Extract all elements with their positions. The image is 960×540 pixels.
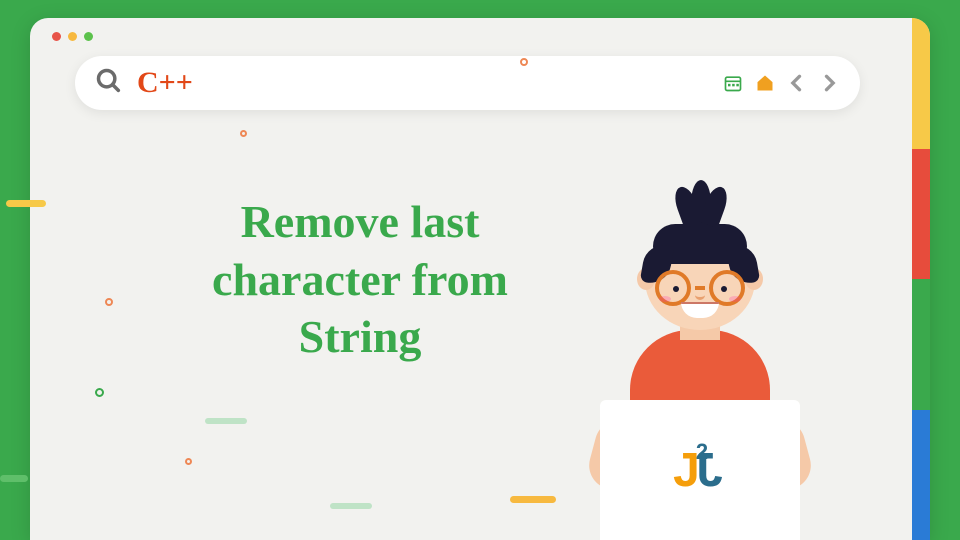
decoration-dash-icon [510,496,556,503]
laptop: J 2 J [600,400,800,540]
title-line-2: character from [90,251,630,309]
character-hair-bun [677,178,725,228]
close-icon[interactable] [52,32,61,41]
decoration-circle-icon [185,458,192,465]
search-bar[interactable]: C++ [75,56,860,110]
character-cheek [729,296,741,302]
stripe-green [912,279,930,410]
minimize-icon[interactable] [68,32,77,41]
decoration-dash-icon [205,418,247,424]
title-line-1: Remove last [90,193,630,251]
search-bar-actions [722,72,840,94]
character-illustration: J 2 J [570,200,810,540]
chevron-left-icon[interactable] [786,72,808,94]
decoration-circle-icon [240,130,247,137]
chevron-right-icon[interactable] [818,72,840,94]
search-icon [95,67,123,100]
decoration-circle-icon [105,298,113,306]
stripe-yellow [912,18,930,149]
page-title: Remove last character from String [90,193,630,366]
decoration-dash-icon [6,200,46,207]
logo-part: J [700,443,723,498]
search-input[interactable]: C++ [137,66,722,100]
browser-window: C++ Remove last character from String [30,18,930,540]
stripe-blue [912,410,930,540]
character-cheek [659,296,671,302]
decoration-circle-icon [520,58,528,66]
title-line-3: String [90,308,630,366]
maximize-icon[interactable] [84,32,93,41]
home-icon[interactable] [754,72,776,94]
decoration-dash-icon [330,503,372,509]
window-controls [52,32,93,41]
logo-part: J [673,443,696,498]
decoration-circle-icon [95,388,104,397]
decoration-dash-icon [0,475,28,482]
character-eye [673,286,679,292]
character-eye [721,286,727,292]
character-mouth [681,302,719,318]
character-head [645,230,755,330]
logo: J 2 J [673,443,727,498]
stripe-red [912,149,930,280]
calendar-icon[interactable] [722,72,744,94]
side-color-stripes [912,18,930,540]
